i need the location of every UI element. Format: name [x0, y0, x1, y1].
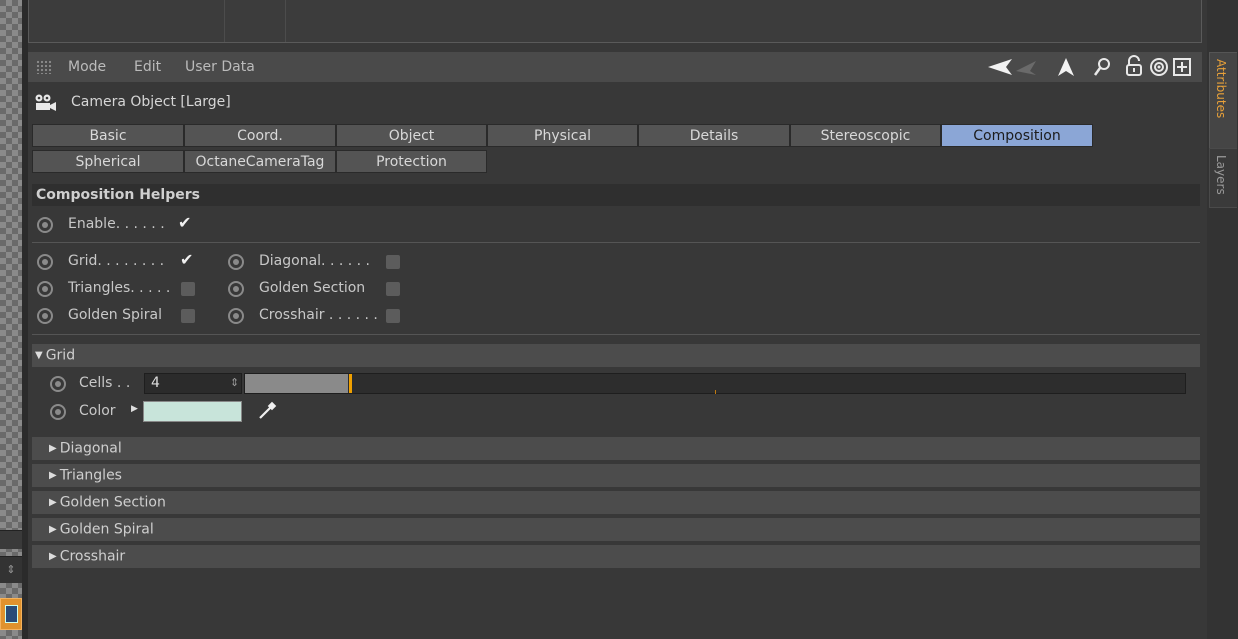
group-grid-header[interactable]: ▼ Grid [32, 344, 1200, 367]
tab-composition[interactable]: Composition [941, 124, 1093, 147]
up-arrow-icon[interactable] [1056, 56, 1076, 78]
group-golden-spiral-header[interactable]: ▶ Golden Spiral [32, 518, 1200, 541]
camera-icon [35, 94, 56, 111]
diagonal-checkbox[interactable] [386, 255, 400, 269]
menu-user-data[interactable]: User Data [185, 59, 255, 75]
enable-label: Enable. . . . . . [68, 216, 165, 232]
back-arrow-icon[interactable] [986, 57, 1038, 77]
group-crosshair-header[interactable]: ▶ Crosshair [32, 545, 1200, 568]
chevron-right-icon: ▶ [49, 551, 57, 562]
group-diagonal-title: Diagonal [59, 440, 122, 457]
tab-coord[interactable]: Coord. [184, 124, 336, 147]
grid-animate-radio[interactable] [37, 254, 53, 270]
top-panel [28, 0, 1202, 43]
side-tab-attributes[interactable]: Attributes [1209, 52, 1237, 149]
triangles-animate-radio[interactable] [37, 281, 53, 297]
film-clip-icon[interactable] [0, 598, 22, 630]
group-golden-section-title: Golden Section [59, 494, 166, 511]
lock-icon[interactable] [1124, 55, 1144, 77]
attributes-menubar: Mode Edit User Data [28, 52, 1202, 82]
group-crosshair-title: Crosshair [59, 548, 126, 565]
object-title: Camera Object [Large] [71, 94, 231, 110]
tab-spherical[interactable]: Spherical [32, 150, 184, 173]
grid-label: Grid. . . . . . . . [68, 253, 165, 269]
triangles-checkbox[interactable] [181, 282, 195, 296]
chevron-right-icon: ▶ [49, 470, 57, 481]
group-grid-title: Grid [45, 347, 76, 364]
object-header: Camera Object [Large] [28, 88, 1202, 118]
eyedropper-icon[interactable] [256, 400, 278, 422]
grip-icon[interactable] [36, 60, 52, 74]
triangles-label: Triangles. . . . . [68, 280, 171, 296]
side-tab-attributes-label: Attributes [1214, 59, 1228, 119]
tab-stereoscopic[interactable]: Stereoscopic [790, 124, 941, 147]
group-golden-section-header[interactable]: ▶ Golden Section [32, 491, 1200, 514]
search-icon[interactable] [1092, 56, 1112, 78]
section-composition-helpers: Composition Helpers [32, 184, 1200, 206]
golden-section-animate-radio[interactable] [228, 281, 244, 297]
tab-octanecameratag[interactable]: OctaneCameraTag [184, 150, 336, 173]
enable-animate-radio[interactable] [37, 217, 53, 233]
diagonal-animate-radio[interactable] [228, 254, 244, 270]
enable-checkbox[interactable]: ✔ [178, 213, 191, 232]
target-icon[interactable] [1149, 56, 1169, 78]
group-triangles-title: Triangles [59, 467, 122, 484]
golden-spiral-label: Golden Spiral [68, 307, 163, 323]
cells-animate-radio[interactable] [50, 376, 66, 392]
crosshair-animate-radio[interactable] [228, 308, 244, 324]
column-divider [224, 0, 225, 42]
side-tab-layers-label: Layers [1214, 155, 1228, 195]
column-divider [285, 0, 286, 42]
golden-section-checkbox[interactable] [386, 282, 400, 296]
left-stepper-icon[interactable]: ⇕ [0, 556, 22, 583]
golden-spiral-checkbox[interactable] [181, 309, 195, 323]
chevron-right-icon: ▶ [49, 524, 57, 535]
cells-stepper-icon[interactable]: ⇕ [230, 375, 240, 391]
crosshair-checkbox[interactable] [386, 309, 400, 323]
left-panel-control[interactable] [0, 530, 22, 549]
divider [32, 334, 1200, 335]
slider-handle[interactable] [349, 374, 352, 393]
slider-fill [245, 374, 348, 393]
group-diagonal-header[interactable]: ▶ Diagonal [32, 437, 1200, 460]
chevron-right-icon: ▶ [49, 443, 57, 454]
tab-physical[interactable]: Physical [487, 124, 638, 147]
crosshair-label: Crosshair . . . . . . [259, 307, 378, 323]
color-expand-icon[interactable]: ▶ [131, 404, 138, 414]
color-swatch[interactable] [143, 401, 242, 422]
golden-spiral-animate-radio[interactable] [37, 308, 53, 324]
forward-arrow-icon [1016, 61, 1036, 75]
chevron-down-icon: ▼ [35, 350, 43, 361]
cells-label: Cells . . [79, 375, 131, 391]
golden-section-label: Golden Section [259, 280, 366, 296]
menu-edit[interactable]: Edit [134, 59, 161, 75]
slider-tick [715, 390, 716, 394]
menu-mode[interactable]: Mode [68, 59, 106, 75]
cells-slider[interactable] [244, 373, 1186, 394]
diagonal-label: Diagonal. . . . . . [259, 253, 370, 269]
grid-checkbox[interactable]: ✔ [180, 250, 193, 269]
divider [32, 242, 1200, 243]
color-animate-radio[interactable] [50, 404, 66, 420]
side-tab-layers[interactable]: Layers [1209, 148, 1237, 208]
group-triangles-header[interactable]: ▶ Triangles [32, 464, 1200, 487]
cells-input[interactable]: 4 [144, 373, 242, 394]
new-panel-icon[interactable] [1172, 56, 1192, 78]
tab-object[interactable]: Object [336, 124, 487, 147]
tab-details[interactable]: Details [638, 124, 790, 147]
chevron-right-icon: ▶ [49, 497, 57, 508]
group-golden-spiral-title: Golden Spiral [59, 521, 154, 538]
tab-basic[interactable]: Basic [32, 124, 184, 147]
color-label: Color [79, 403, 116, 419]
tab-protection[interactable]: Protection [336, 150, 487, 173]
